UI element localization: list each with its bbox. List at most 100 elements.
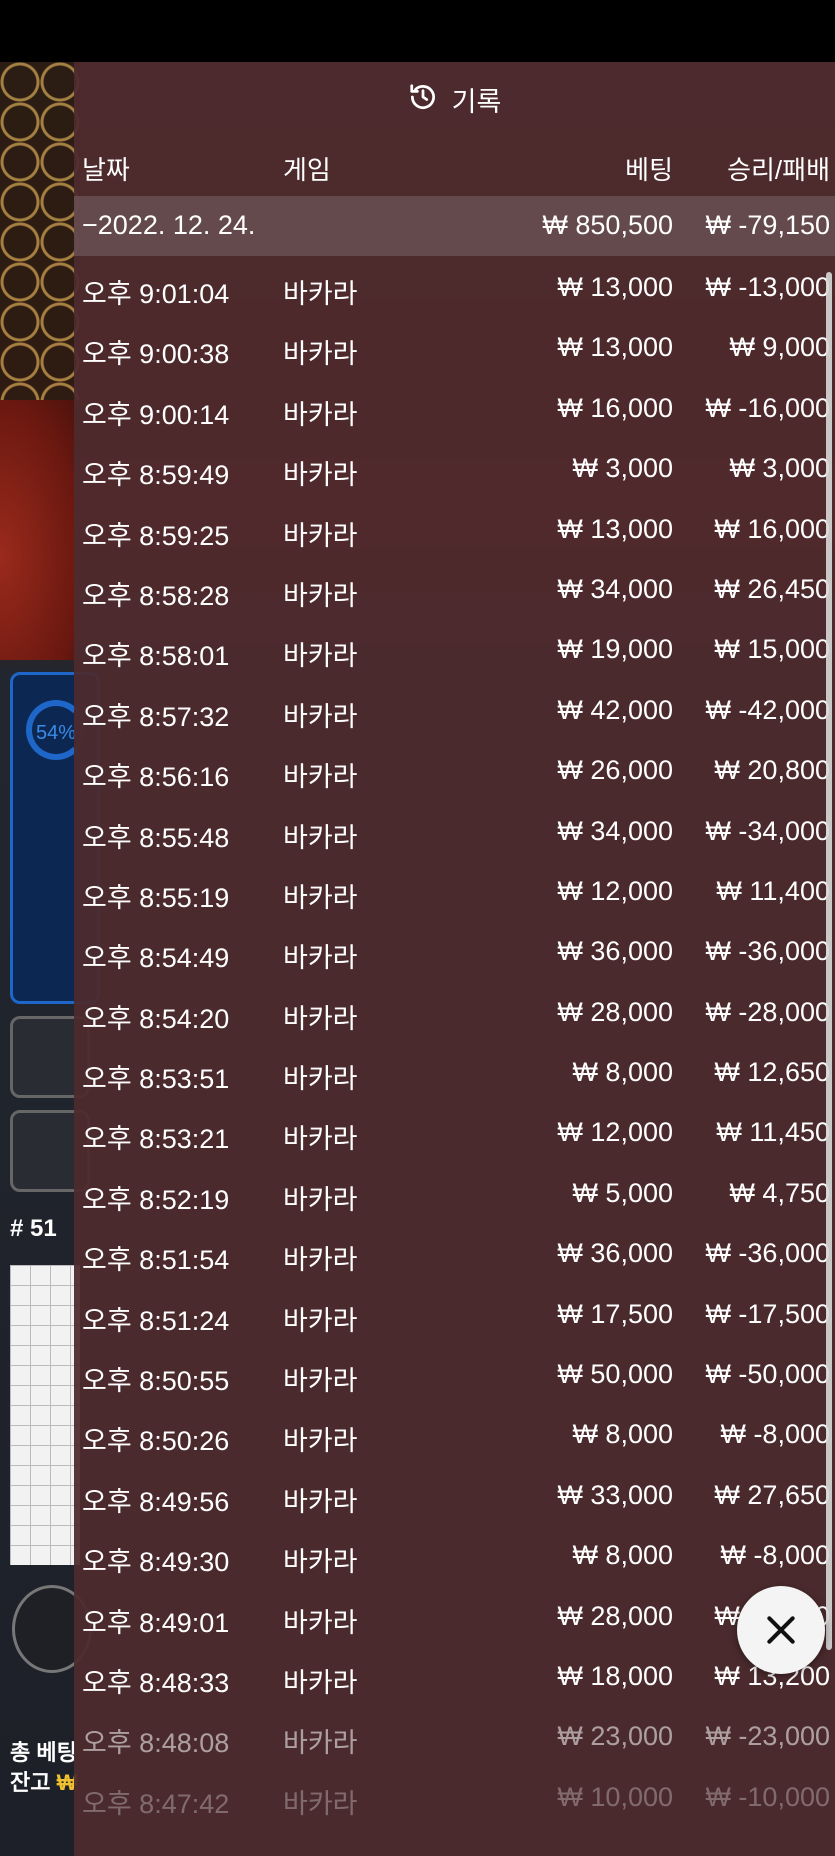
row-result: ₩ -34,000 xyxy=(705,815,830,846)
row-time: 오후 8:58:28 xyxy=(82,580,230,611)
row-time: 오후 8:54:49 xyxy=(82,943,230,974)
row-game: 바카라 xyxy=(283,943,358,974)
day-date: −2022. 12. 24. xyxy=(82,210,256,240)
row-time: 오후 8:58:01 xyxy=(82,641,230,672)
row-time: 오후 8:53:51 xyxy=(82,1064,230,1095)
row-bet: ₩ 3,000 xyxy=(572,453,673,484)
history-row[interactable]: 오후 8:49:56 바카라 ₩ 33,000 ₩ 27,650 xyxy=(74,1464,835,1524)
row-time: 오후 8:47:42 xyxy=(82,1788,230,1819)
history-row[interactable]: 오후 8:48:08 바카라 ₩ 23,000 ₩ -23,000 xyxy=(74,1705,835,1765)
history-row[interactable]: 오후 8:49:30 바카라 ₩ 8,000 ₩ -8,000 xyxy=(74,1524,835,1584)
row-bet: ₩ 8,000 xyxy=(572,1540,673,1571)
row-bet: ₩ 8,000 xyxy=(572,1419,673,1450)
history-row[interactable]: 오후 8:55:19 바카라 ₩ 12,000 ₩ 11,400 xyxy=(74,860,835,920)
row-time: 오후 8:49:56 xyxy=(82,1486,230,1517)
row-game: 바카라 xyxy=(283,1486,358,1517)
row-time: 오후 8:51:54 xyxy=(82,1245,230,1276)
history-row[interactable]: 오후 8:52:19 바카라 ₩ 5,000 ₩ 4,750 xyxy=(74,1162,835,1222)
row-game: 바카라 xyxy=(283,822,358,853)
total-bet-label: 총 베팅 xyxy=(10,1740,77,1765)
history-row[interactable]: 오후 8:48:33 바카라 ₩ 18,000 ₩ 13,200 xyxy=(74,1645,835,1705)
row-game: 바카라 xyxy=(283,1728,358,1759)
history-list: 오후 9:01:04 바카라 ₩ 13,000 ₩ -13,000 오후 9:00:38… xyxy=(74,256,835,1826)
column-bet: 베팅 xyxy=(625,155,673,185)
history-row[interactable]: 오후 8:54:20 바카라 ₩ 28,000 ₩ -28,000 xyxy=(74,981,835,1041)
history-row[interactable]: 오후 9:01:04 바카라 ₩ 13,000 ₩ -13,000 xyxy=(74,256,835,316)
row-result: ₩ 26,450 xyxy=(714,573,830,604)
baccarat-table xyxy=(0,400,80,660)
day-result-total: ₩ -79,150 xyxy=(705,210,830,240)
column-game: 게임 xyxy=(283,155,331,185)
row-result: ₩ -10,000 xyxy=(705,1781,830,1812)
history-row[interactable]: 오후 8:51:54 바카라 ₩ 36,000 ₩ -36,000 xyxy=(74,1222,835,1282)
row-bet: ₩ 34,000 xyxy=(557,573,673,604)
row-time: 오후 9:01:04 xyxy=(82,279,230,309)
row-bet: ₩ 13,000 xyxy=(557,332,673,363)
scrollbar[interactable] xyxy=(826,272,832,1650)
history-row[interactable]: 오후 8:53:51 바카라 ₩ 8,000 ₩ 12,650 xyxy=(74,1041,835,1101)
history-row[interactable]: 오후 8:53:21 바카라 ₩ 12,000 ₩ 11,450 xyxy=(74,1101,835,1161)
row-bet: ₩ 18,000 xyxy=(557,1660,673,1691)
close-icon xyxy=(767,1616,795,1644)
row-game: 바카라 xyxy=(283,762,358,793)
row-bet: ₩ 17,500 xyxy=(557,1298,673,1329)
row-bet: ₩ 28,000 xyxy=(557,1600,673,1631)
row-bet: ₩ 12,000 xyxy=(557,1117,673,1148)
history-row[interactable]: 오후 8:55:48 바카라 ₩ 34,000 ₩ -34,000 xyxy=(74,800,835,860)
row-time: 오후 8:48:08 xyxy=(82,1728,230,1759)
row-result: ₩ 9,000 xyxy=(729,332,830,363)
history-row[interactable]: 오후 8:59:49 바카라 ₩ 3,000 ₩ 3,000 xyxy=(74,437,835,497)
row-time: 오후 9:00:38 xyxy=(82,339,230,370)
history-row[interactable]: 오후 8:50:26 바카라 ₩ 8,000 ₩ -8,000 xyxy=(74,1403,835,1463)
row-result: ₩ -36,000 xyxy=(705,1238,830,1269)
row-bet: ₩ 13,000 xyxy=(557,513,673,544)
row-bet: ₩ 42,000 xyxy=(557,694,673,725)
history-row[interactable]: 오후 8:56:16 바카라 ₩ 26,000 ₩ 20,800 xyxy=(74,739,835,799)
row-game: 바카라 xyxy=(283,339,358,370)
row-time: 오후 8:55:48 xyxy=(82,822,230,853)
row-game: 바카라 xyxy=(283,641,358,672)
row-time: 오후 8:54:20 xyxy=(82,1003,230,1034)
history-row[interactable]: 오후 8:57:32 바카라 ₩ 42,000 ₩ -42,000 xyxy=(74,679,835,739)
row-result: ₩ 11,400 xyxy=(716,875,830,906)
row-time: 오후 8:55:19 xyxy=(82,882,230,913)
row-bet: ₩ 33,000 xyxy=(557,1479,673,1510)
column-headers: 날짜 게임 베팅 승리/패배 xyxy=(74,136,835,196)
history-row[interactable]: 오후 8:49:01바카라₩ 28,000₩ 28,000 xyxy=(74,1585,835,1645)
row-bet: ₩ 34,000 xyxy=(557,815,673,846)
row-time: 오후 8:52:19 xyxy=(82,1184,230,1215)
row-time: 오후 8:50:55 xyxy=(82,1366,230,1397)
row-result: ₩ -50,000 xyxy=(705,1359,830,1390)
row-game: 바카라 xyxy=(283,1305,358,1336)
history-row[interactable]: 오후 8:51:24 바카라 ₩ 17,500 ₩ -17,500 xyxy=(74,1283,835,1343)
day-summary-row[interactable]: −2022. 12. 24. ₩ 850,500 ₩ -79,150 xyxy=(74,196,835,256)
history-header: 기록 xyxy=(74,62,835,136)
row-bet: ₩ 12,000 xyxy=(557,875,673,906)
history-row[interactable]: 오후 8:58:01 바카라 ₩ 19,000 ₩ 15,000 xyxy=(74,618,835,678)
history-row[interactable]: 오후 9:00:14 바카라 ₩ 16,000 ₩ -16,000 xyxy=(74,377,835,437)
row-result: ₩ 20,800 xyxy=(714,755,830,786)
close-button[interactable] xyxy=(737,1586,825,1674)
row-game: 바카라 xyxy=(283,279,358,309)
history-row[interactable]: 오후 8:59:25 바카라 ₩ 13,000 ₩ 16,000 xyxy=(74,498,835,558)
row-result: ₩ -16,000 xyxy=(705,392,830,423)
history-row[interactable]: 오후 8:47:42 바카라 ₩ 10,000 ₩ -10,000 xyxy=(74,1766,835,1826)
row-bet: ₩ 36,000 xyxy=(557,1238,673,1269)
row-game: 바카라 xyxy=(283,701,358,732)
row-result: ₩ 27,650 xyxy=(714,1479,830,1510)
row-game: 바카라 xyxy=(283,1426,358,1457)
decorative-pattern xyxy=(0,62,80,422)
history-row[interactable]: 오후 8:50:55 바카라 ₩ 50,000 ₩ -50,000 xyxy=(74,1343,835,1403)
column-date: 날짜 xyxy=(82,155,130,185)
row-result: ₩ -17,500 xyxy=(705,1298,830,1329)
row-bet: ₩ 5,000 xyxy=(572,1177,673,1208)
history-panel: 기록 날짜 게임 베팅 승리/패배 −2022. 12. 24. ₩ 850,5… xyxy=(74,62,835,1856)
row-bet: ₩ 8,000 xyxy=(572,1057,673,1088)
balance-label: 잔고 ₩ xyxy=(10,1770,78,1795)
row-game: 바카라 xyxy=(283,1366,358,1397)
row-game: 바카라 xyxy=(283,1245,358,1276)
history-row[interactable]: 오후 8:58:28 바카라 ₩ 34,000 ₩ 26,450 xyxy=(74,558,835,618)
row-bet: ₩ 23,000 xyxy=(557,1721,673,1752)
history-row[interactable]: 오후 9:00:38 바카라 ₩ 13,000 ₩ 9,000 xyxy=(74,316,835,376)
history-row[interactable]: 오후 8:54:49 바카라 ₩ 36,000 ₩ -36,000 xyxy=(74,920,835,980)
